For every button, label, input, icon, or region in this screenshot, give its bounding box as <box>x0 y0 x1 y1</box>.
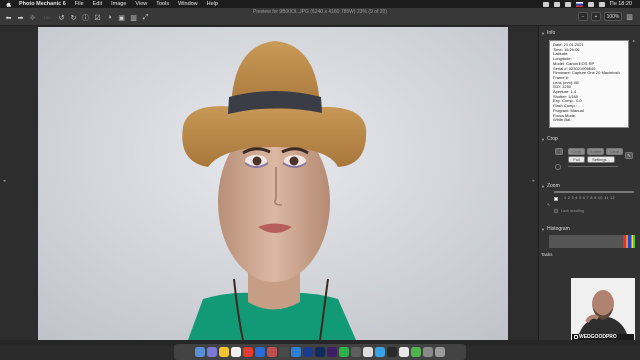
full-button[interactable]: Full <box>568 156 585 163</box>
preview-icon[interactable] <box>399 347 409 357</box>
crop-panel-header[interactable]: ▼ Crop <box>541 136 558 142</box>
menu-file[interactable]: File <box>75 1 84 7</box>
right-gutter: ▸ <box>508 26 538 340</box>
apple-icon[interactable] <box>6 1 11 7</box>
status-icon[interactable] <box>542 1 549 7</box>
sidebar-toggle-icon[interactable]: ▥ <box>625 12 634 21</box>
menu-bar: Photo Mechanic 6 File Edit Image View To… <box>0 0 640 8</box>
lock-scrolling-checkbox[interactable] <box>554 209 558 213</box>
telegram-icon[interactable] <box>255 347 265 357</box>
crop-edit-icon[interactable]: ✎ <box>625 152 633 159</box>
disclosure-down-icon[interactable]: ▼ <box>541 31 545 36</box>
lightroom-icon[interactable] <box>303 347 313 357</box>
zoom-checkbox[interactable] <box>554 197 558 201</box>
disclosure-down-icon[interactable]: ▼ <box>541 137 545 142</box>
zoom-slider-top-right[interactable] <box>596 191 634 193</box>
zoom-panel-title: Zoom <box>546 183 560 189</box>
portrait-photo <box>38 27 508 340</box>
photo-mechanic-icon[interactable] <box>387 347 397 357</box>
collapse-right-icon[interactable]: ▸ <box>532 178 535 184</box>
menu-image[interactable]: Image <box>111 1 126 7</box>
instagram-icon <box>574 335 578 339</box>
app-store-icon[interactable] <box>291 347 301 357</box>
premiere-icon[interactable] <box>327 347 337 357</box>
photo-preview[interactable] <box>38 27 508 340</box>
zoom-tool-icon[interactable]: ✥ <box>28 13 37 22</box>
fullscreen-icon[interactable]: ⤢ <box>141 13 150 22</box>
zoom-cursor-icon[interactable]: ↖ <box>547 202 550 207</box>
app-menu[interactable]: Photo Mechanic 6 <box>19 1 66 7</box>
single-view-icon[interactable]: ▣ <box>117 13 126 22</box>
histogram-panel-header[interactable]: ▼ Histogram <box>541 226 570 232</box>
disclosure-down-icon[interactable]: ▼ <box>541 227 545 232</box>
zoom-out-button[interactable]: − <box>578 12 588 21</box>
info-icon[interactable]: ⓘ <box>81 13 90 22</box>
notes-icon[interactable] <box>219 347 229 357</box>
clock[interactable]: Пн 18:20 <box>610 1 632 7</box>
chrome-icon[interactable] <box>231 347 241 357</box>
clear-crop-button[interactable]: Clear <box>606 148 623 155</box>
finder-icon[interactable] <box>195 347 205 357</box>
info-panel-menu-icon[interactable]: ▸ <box>633 38 635 43</box>
trash-icon[interactable] <box>435 347 445 357</box>
numbers-icon[interactable] <box>411 347 421 357</box>
mail-icon[interactable] <box>267 347 277 357</box>
tag-icon[interactable]: ☑ <box>93 13 102 22</box>
crop-settings-button[interactable]: Settings... <box>587 156 615 163</box>
system-preferences-icon[interactable] <box>351 347 361 357</box>
safari-icon[interactable] <box>375 347 385 357</box>
previous-arrow-icon[interactable]: ⬅ <box>4 13 13 22</box>
battery-icon[interactable] <box>553 1 560 7</box>
zoom-percent-icon: 100 <box>43 15 51 20</box>
crop-button[interactable]: Crop <box>568 148 585 155</box>
presenter-video <box>571 278 635 334</box>
downloads-icon[interactable] <box>423 347 433 357</box>
menu-edit[interactable]: Edit <box>93 1 102 7</box>
capture-one-icon[interactable] <box>363 347 373 357</box>
histogram-graph <box>549 235 635 248</box>
color-class-icon[interactable]: ◑ <box>105 13 114 22</box>
menu-window[interactable]: Window <box>178 1 198 7</box>
compare-view-icon[interactable]: ▥ <box>129 13 138 22</box>
menu-view[interactable]: View <box>135 1 147 7</box>
dock <box>174 344 466 360</box>
tasks-panel-title: Tasks <box>541 252 553 257</box>
crop-panel-title: Crop <box>546 136 558 142</box>
next-arrow-icon[interactable]: ➡ <box>16 13 25 22</box>
rotate-left-icon[interactable]: ↺ <box>57 13 66 22</box>
zoom-in-button[interactable]: + <box>591 12 601 21</box>
control-center-icon[interactable] <box>598 1 605 7</box>
terminal-icon[interactable] <box>279 347 289 357</box>
collapse-left-icon[interactable]: ◂ <box>3 178 6 184</box>
search-icon[interactable] <box>587 1 594 7</box>
crop-aspect-slider[interactable] <box>568 166 618 167</box>
whatsapp-icon[interactable] <box>339 347 349 357</box>
left-gutter: ◂ <box>0 26 38 340</box>
webcam-overlay: WEDGOODPRO <box>571 278 635 340</box>
preview-toolbar: Preview for 9B00OL.JPG (6240 x 4160 785W… <box>0 8 640 26</box>
tasks-panel-header[interactable]: Tasks <box>541 252 553 257</box>
rotate-button[interactable]: Rotate <box>587 148 604 155</box>
menu-help[interactable]: Help <box>207 1 218 7</box>
disclosure-down-icon[interactable]: ▼ <box>541 184 545 189</box>
zoom-select[interactable]: 100% <box>604 12 622 21</box>
wifi-icon[interactable] <box>564 1 571 7</box>
input-language-icon[interactable] <box>575 1 583 7</box>
info-line: White Bal.: <box>553 118 573 123</box>
rotate-right-icon[interactable]: ↻ <box>69 13 78 22</box>
launchpad-icon[interactable] <box>207 347 217 357</box>
info-panel-title: Info <box>546 30 556 36</box>
crop-lock-icon[interactable] <box>555 164 561 170</box>
histogram-panel-title: Histogram <box>546 226 570 232</box>
lock-scrolling-label: Lock scrolling <box>561 209 585 213</box>
info-metadata-box[interactable]: Date: 21.01.2021 Time: 16:20:06 Latitude… <box>549 40 629 128</box>
zoom-scale-ticks[interactable]: 1 2 3 4 5 6 7 8 9 10 11 12 <box>564 196 615 200</box>
info-panel-header[interactable]: ▼ Info <box>541 30 555 36</box>
crop-tool-icon[interactable]: ⌗ <box>555 148 563 155</box>
menu-tools[interactable]: Tools <box>156 1 169 7</box>
zoom-panel-header[interactable]: ▼ Zoom <box>541 183 560 189</box>
photoshop-icon[interactable] <box>315 347 325 357</box>
yandex-icon[interactable] <box>243 347 253 357</box>
